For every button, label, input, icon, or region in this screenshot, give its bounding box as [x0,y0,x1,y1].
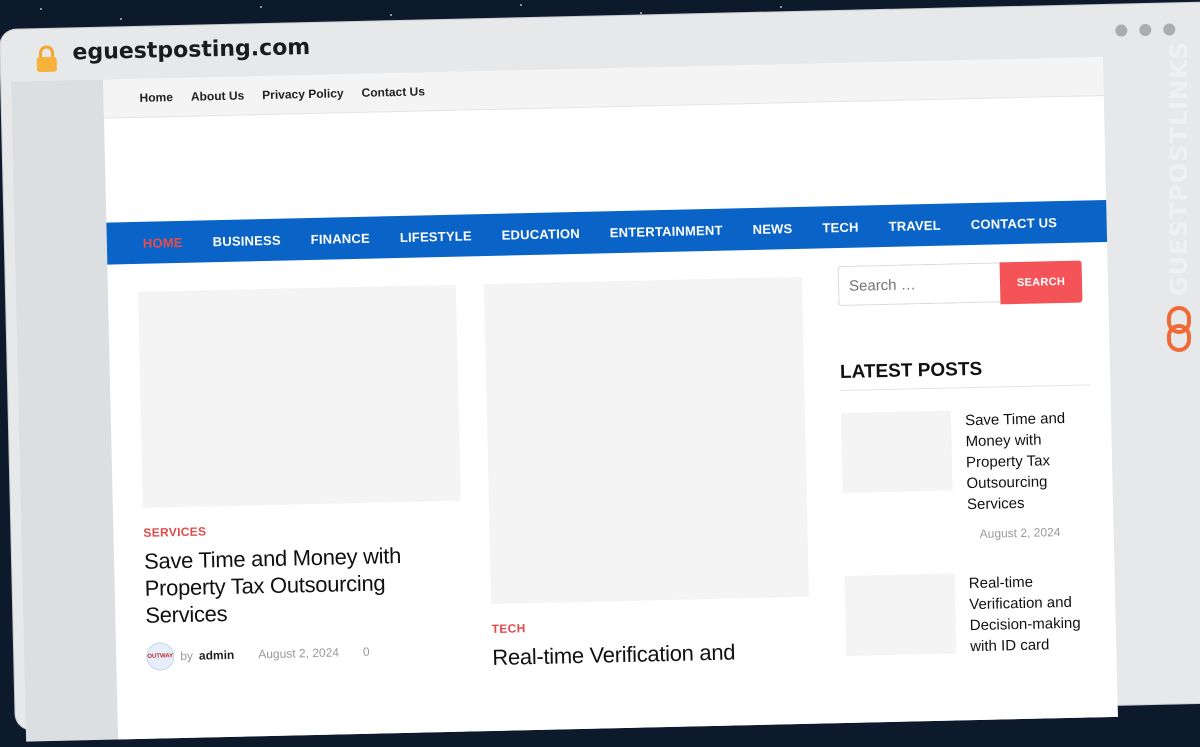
website: Home About Us Privacy Policy Contact Us … [103,56,1118,740]
brand-name: GUESTPOSTLINKS [1165,40,1193,296]
post-card: TECH Real-time Verification and [483,276,811,671]
latest-post-item: Real-time Verification and Decision-maki… [844,570,1097,660]
latest-post-thumbnail[interactable] [840,410,953,494]
post-category[interactable]: SERVICES [143,519,461,539]
nav-contact[interactable]: CONTACT US [971,215,1058,232]
browser-window: eguestposting.com Home About Us Privacy … [0,2,1200,742]
search-button[interactable]: SEARCH [999,260,1083,305]
post-date: August 2, 2024 [258,645,340,662]
latest-post-thumbnail[interactable] [844,573,957,656]
post-card: SERVICES Save Time and Money with Proper… [137,284,465,671]
post-title[interactable]: Save Time and Money with Property Tax Ou… [144,541,464,629]
nav-lifestyle[interactable]: LIFESTYLE [400,228,472,245]
window-dot[interactable] [1115,24,1128,37]
post-category[interactable]: TECH [492,615,810,636]
sidebar: SEARCH LATEST POSTS Save Time and Money … [837,260,1097,660]
window-dot[interactable] [1163,23,1176,36]
top-menu-about[interactable]: About Us [191,88,245,103]
main-content: SERVICES Save Time and Money with Proper… [107,242,1118,745]
nav-travel[interactable]: TRAVEL [888,217,941,233]
page-viewport: Home About Us Privacy Policy Contact Us … [11,56,1118,742]
nav-entertainment[interactable]: ENTERTAINMENT [610,222,723,240]
by-label: by [180,648,194,664]
top-menu-privacy[interactable]: Privacy Policy [262,86,344,102]
nav-education[interactable]: EDUCATION [502,225,580,242]
latest-post-title[interactable]: Save Time and Money with Property Tax Ou… [965,407,1093,515]
top-menu-home[interactable]: Home [139,90,173,105]
nav-home[interactable]: HOME [143,234,183,250]
post-title[interactable]: Real-time Verification and [492,637,811,671]
nav-finance[interactable]: FINANCE [311,230,371,246]
chain-link-icon [1167,306,1191,352]
window-dot[interactable] [1139,23,1152,37]
avatar-text: OUTWAY [147,653,174,660]
comment-count[interactable]: 0 [363,645,370,659]
post-thumbnail[interactable] [137,284,461,508]
search-form: SEARCH [837,260,1089,308]
post-meta: OUTWAY by admin August 2, 2024 0 [145,636,465,671]
window-controls [1115,23,1176,37]
latest-post-date: August 2, 2024 [979,525,1061,541]
latest-post-item: Save Time and Money with Property Tax Ou… [840,407,1094,544]
latest-post-title[interactable]: Real-time Verification and Decision-maki… [969,570,1097,657]
top-menu-contact[interactable]: Contact Us [361,84,425,99]
search-input[interactable] [837,262,1001,307]
nav-tech[interactable]: TECH [822,219,859,235]
nav-business[interactable]: BUSINESS [212,232,280,249]
nav-news[interactable]: NEWS [752,221,792,237]
lock-icon [36,45,57,73]
brand-watermark: GUESTPOSTLINKS [1162,41,1196,360]
widget-title: LATEST POSTS [839,356,1091,392]
post-thumbnail[interactable] [483,276,810,605]
author-avatar[interactable]: OUTWAY [145,642,175,671]
post-author[interactable]: admin [199,648,235,663]
address-domain[interactable]: eguestposting.com [72,35,310,65]
